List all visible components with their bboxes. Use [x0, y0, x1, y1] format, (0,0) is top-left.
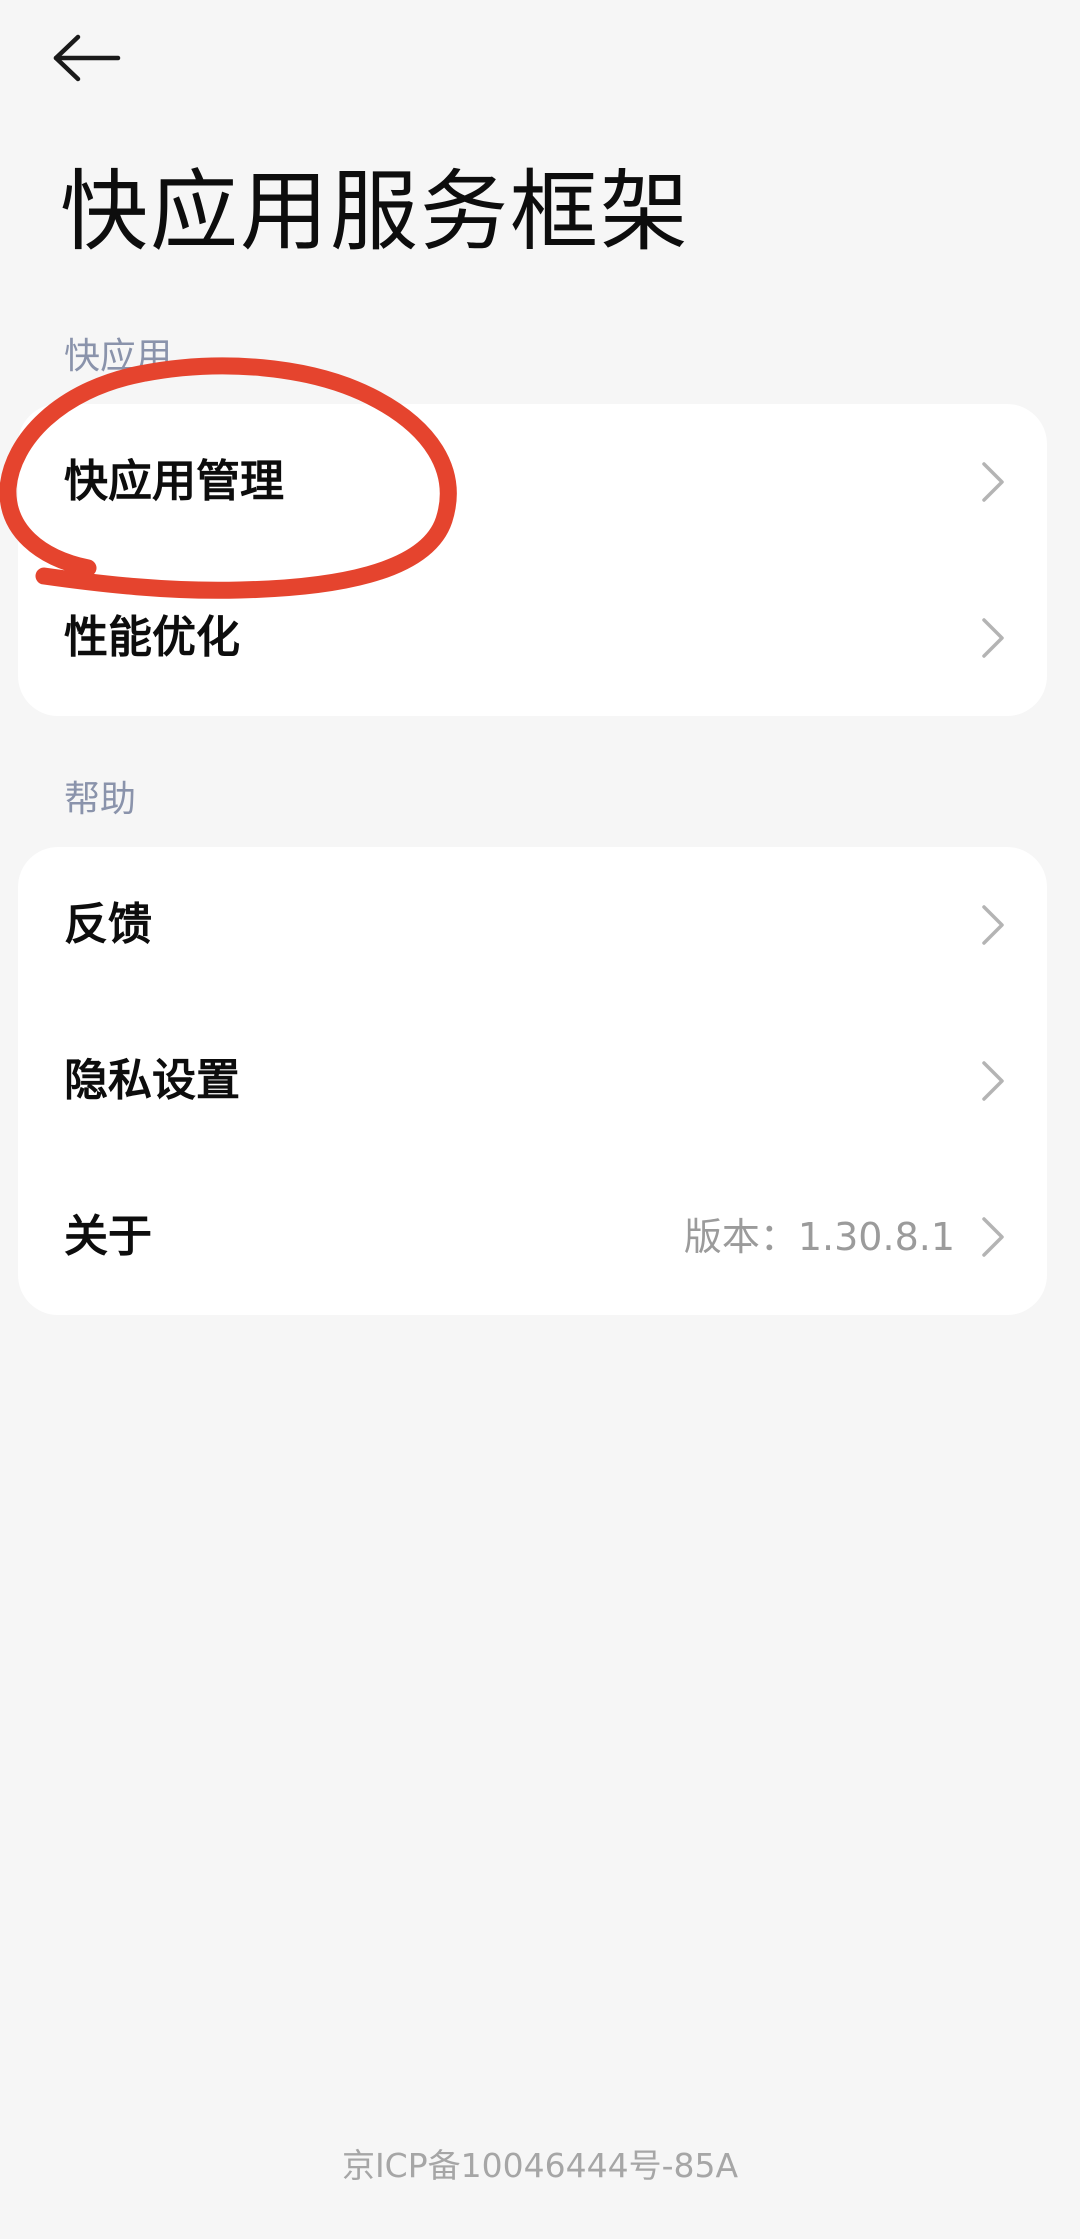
section-header-quick-app: 快应用	[64, 336, 173, 377]
settings-row-about[interactable]: 关于 版本：1.30.8.1	[18, 1159, 1047, 1315]
back-button[interactable]	[52, 24, 142, 96]
chevron-right-icon	[979, 1059, 1007, 1103]
chevron-right-icon	[979, 616, 1007, 660]
chevron-right-icon	[979, 460, 1007, 504]
settings-row-quick-app-management[interactable]: 快应用管理	[18, 404, 1047, 560]
settings-card-quick-app: 快应用管理 性能优化	[18, 404, 1047, 716]
settings-row-performance-optimization[interactable]: 性能优化	[18, 560, 1047, 716]
row-label: 隐私设置	[64, 1055, 240, 1106]
page-title: 快应用服务框架	[60, 160, 691, 263]
chevron-right-icon	[979, 903, 1007, 947]
settings-row-privacy-settings[interactable]: 隐私设置	[18, 1003, 1047, 1159]
arrow-left-icon	[52, 33, 122, 87]
section-header-help: 帮助	[64, 779, 137, 820]
settings-row-feedback[interactable]: 反馈	[18, 847, 1047, 1003]
row-label: 关于	[64, 1211, 152, 1262]
row-label: 反馈	[64, 899, 152, 950]
row-label: 快应用管理	[64, 456, 284, 507]
icp-license-text: 京ICP备10046444号-85A	[341, 2146, 739, 2185]
row-label: 性能优化	[64, 612, 240, 663]
settings-card-help: 反馈 隐私设置 关于 版本：1.30.8.1	[18, 847, 1047, 1315]
version-value: 版本：1.30.8.1	[683, 1215, 955, 1259]
chevron-right-icon	[979, 1215, 1007, 1259]
